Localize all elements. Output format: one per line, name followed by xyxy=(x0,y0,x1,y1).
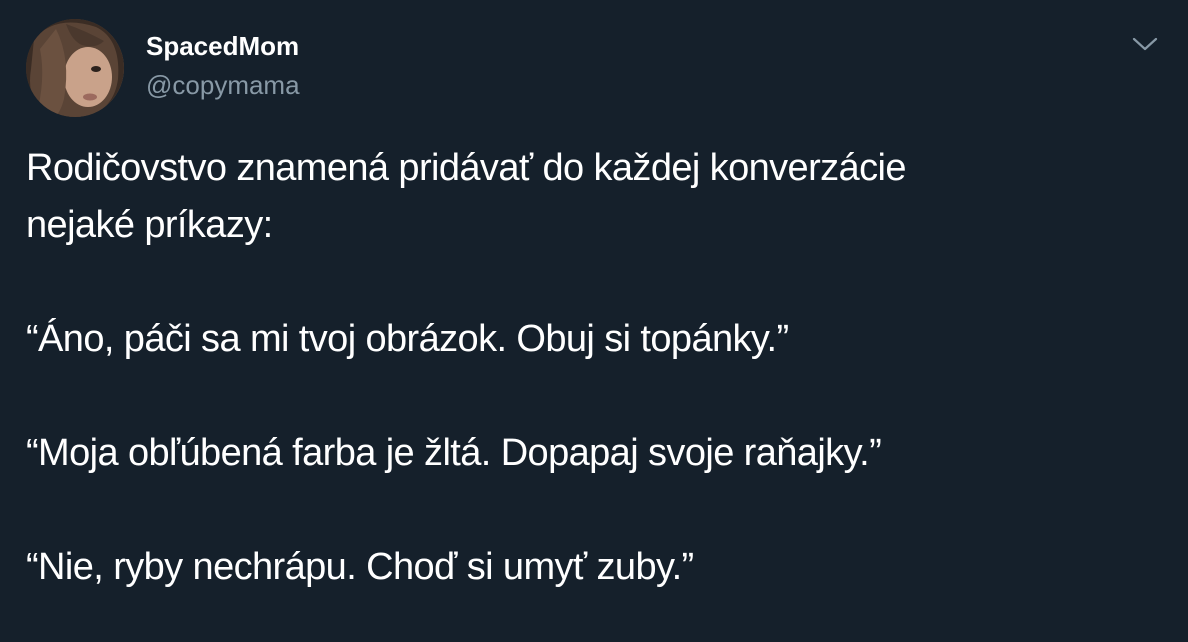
tweet-text-line: nejaké príkazy: xyxy=(26,204,273,246)
tweet-card: SpacedMom @copymama Rodičovstvo znamená … xyxy=(0,0,1188,642)
tweet-text-line: “Áno, páči sa mi tvoj obrázok. Obuj si t… xyxy=(26,318,789,360)
author-display-name[interactable]: SpacedMom xyxy=(146,31,299,62)
tweet-text: Rodičovstvo znamená pridávať do každej k… xyxy=(26,140,1166,596)
tweet-text-line: “Moja obľúbená farba je žltá. Dopapaj sv… xyxy=(26,432,882,474)
profile-photo-icon xyxy=(26,19,124,117)
chevron-down-icon[interactable] xyxy=(1130,32,1160,56)
author-handle[interactable]: @copymama xyxy=(146,70,300,101)
tweet-text-line: Rodičovstvo znamená pridávať do každej k… xyxy=(26,147,906,189)
tweet-text-line: “Nie, ryby nechrápu. Choď si umyť zuby.” xyxy=(26,546,694,588)
avatar[interactable] xyxy=(26,19,124,117)
